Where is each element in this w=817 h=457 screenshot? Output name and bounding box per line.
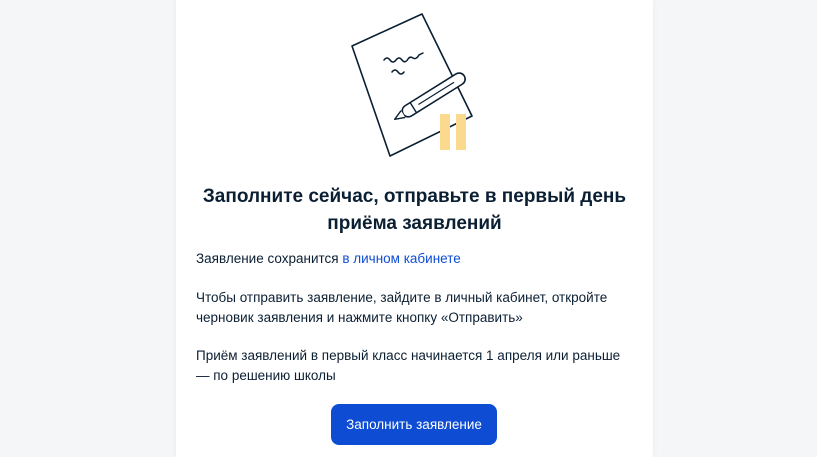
admission-date-text: Приём заявлений в первый класс начинаетс… <box>196 348 621 383</box>
application-card: Заполните сейчас, отправьте в первый ден… <box>176 0 653 457</box>
personal-account-link[interactable]: в личном кабинете <box>342 251 460 266</box>
fill-application-button[interactable]: Заполнить заявление <box>331 404 497 445</box>
page-title: Заполните сейчас, отправьте в первый ден… <box>202 186 627 234</box>
save-info-text: Заявление сохранится в личном кабинете <box>196 249 636 269</box>
document-with-pen-pause-icon <box>351 13 473 157</box>
submit-instructions-text: Чтобы отправить заявление, зайдите в лич… <box>196 290 608 325</box>
save-info-label: Заявление сохранится <box>196 251 343 266</box>
